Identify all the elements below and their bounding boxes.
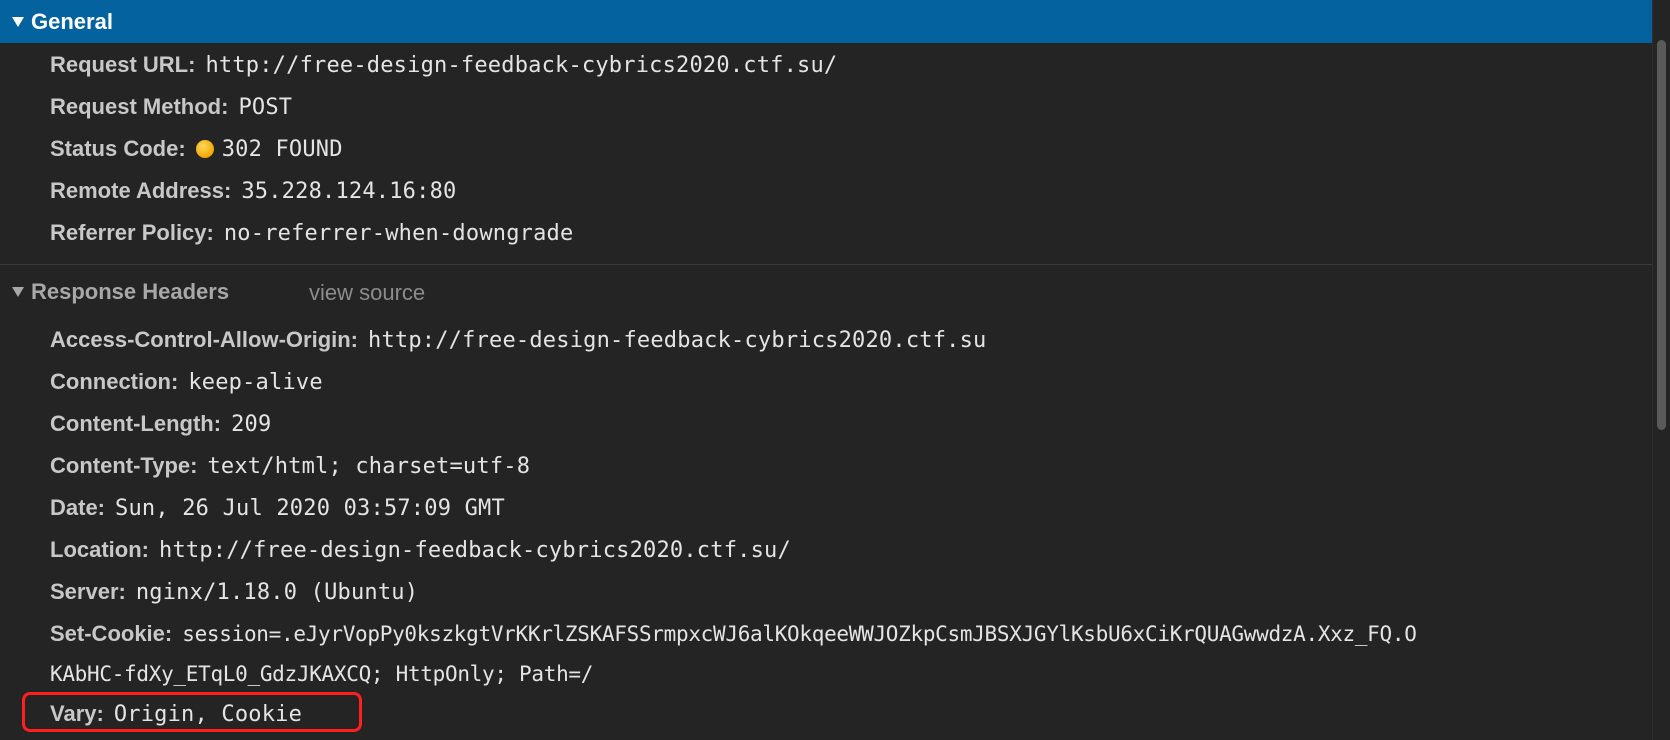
header-key: Server: <box>50 579 126 604</box>
set-cookie-row: Set-Cookie: session=.eJyrVopPy0kszkgtVrK… <box>50 617 1417 651</box>
header-value: nginx/1.18.0 (Ubuntu) <box>135 579 419 605</box>
content-type-row: Content-Type: text/html; charset=utf-8 <box>50 449 530 483</box>
header-value: 35.228.124.16:80 <box>241 178 457 204</box>
header-value: keep-alive <box>188 369 323 395</box>
vary-highlight-annotation <box>22 692 362 732</box>
response-headers-title: Response Headers <box>31 279 230 304</box>
header-value: http://free-design-feedback-cybrics2020.… <box>205 52 838 78</box>
header-key: Connection: <box>50 369 179 394</box>
header-key: Set-Cookie: <box>50 621 173 646</box>
header-value-continuation: KAbHC-fdXy_ETqL0_GdzJKAXCQ; HttpOnly; Pa… <box>50 662 594 686</box>
remote-address-row: Remote Address: 35.228.124.16:80 <box>50 174 456 208</box>
scrollbar-thumb[interactable] <box>1657 40 1666 430</box>
header-key: Date: <box>50 495 106 520</box>
header-key: Referrer Policy: <box>50 220 214 245</box>
header-value: text/html; charset=utf-8 <box>207 453 531 479</box>
header-key: Location: <box>50 537 149 562</box>
vertical-scrollbar[interactable] <box>1652 0 1670 740</box>
header-value: http://free-design-feedback-cybrics2020.… <box>159 537 791 563</box>
header-value: session=.eJyrVopPy0kszkgtVrKKrlZSKAFSSrm… <box>182 622 1417 646</box>
header-value: Sun, 26 Jul 2020 03:57:09 GMT <box>115 495 505 521</box>
location-row: Location: http://free-design-feedback-cy… <box>50 533 791 567</box>
referrer-policy-row: Referrer Policy: no-referrer-when-downgr… <box>50 216 573 250</box>
view-source-link[interactable]: view source <box>309 280 425 306</box>
header-value: 302 FOUND <box>221 136 343 162</box>
general-section-header[interactable]: General <box>0 0 1652 43</box>
header-key: Request Method: <box>50 94 229 119</box>
header-value: http://free-design-feedback-cybrics2020.… <box>368 327 987 353</box>
header-key: Content-Length: <box>50 411 222 436</box>
header-key: Request URL: <box>50 52 196 77</box>
header-value: no-referrer-when-downgrade <box>223 220 574 246</box>
connection-row: Connection: keep-alive <box>50 365 323 399</box>
header-key: Access-Control-Allow-Origin: <box>50 327 359 352</box>
status-dot-icon <box>195 140 214 158</box>
header-key: Content-Type: <box>50 453 198 478</box>
server-row: Server: nginx/1.18.0 (Ubuntu) <box>50 575 418 609</box>
response-headers-section-header[interactable]: Response Headers <box>0 277 229 307</box>
request-url-row: Request URL: http://free-design-feedback… <box>50 48 837 82</box>
set-cookie-continuation: KAbHC-fdXy_ETqL0_GdzJKAXCQ; HttpOnly; Pa… <box>50 657 593 691</box>
status-code-row: Status Code: 302 FOUND <box>50 132 343 166</box>
header-key: Remote Address: <box>50 178 232 203</box>
section-divider <box>0 264 1652 265</box>
header-value: 209 <box>231 411 272 437</box>
header-value: POST <box>238 94 293 120</box>
triangle-down-icon[interactable] <box>12 16 24 27</box>
access-control-allow-origin-row: Access-Control-Allow-Origin: http://free… <box>50 323 987 357</box>
triangle-down-icon[interactable] <box>12 287 24 297</box>
headers-panel: General Request URL: http://free-design-… <box>0 0 1652 740</box>
general-section-title: General <box>31 8 113 34</box>
date-row: Date: Sun, 26 Jul 2020 03:57:09 GMT <box>50 491 505 525</box>
request-method-row: Request Method: POST <box>50 90 292 124</box>
content-length-row: Content-Length: 209 <box>50 407 271 441</box>
header-key: Status Code: <box>50 136 186 161</box>
